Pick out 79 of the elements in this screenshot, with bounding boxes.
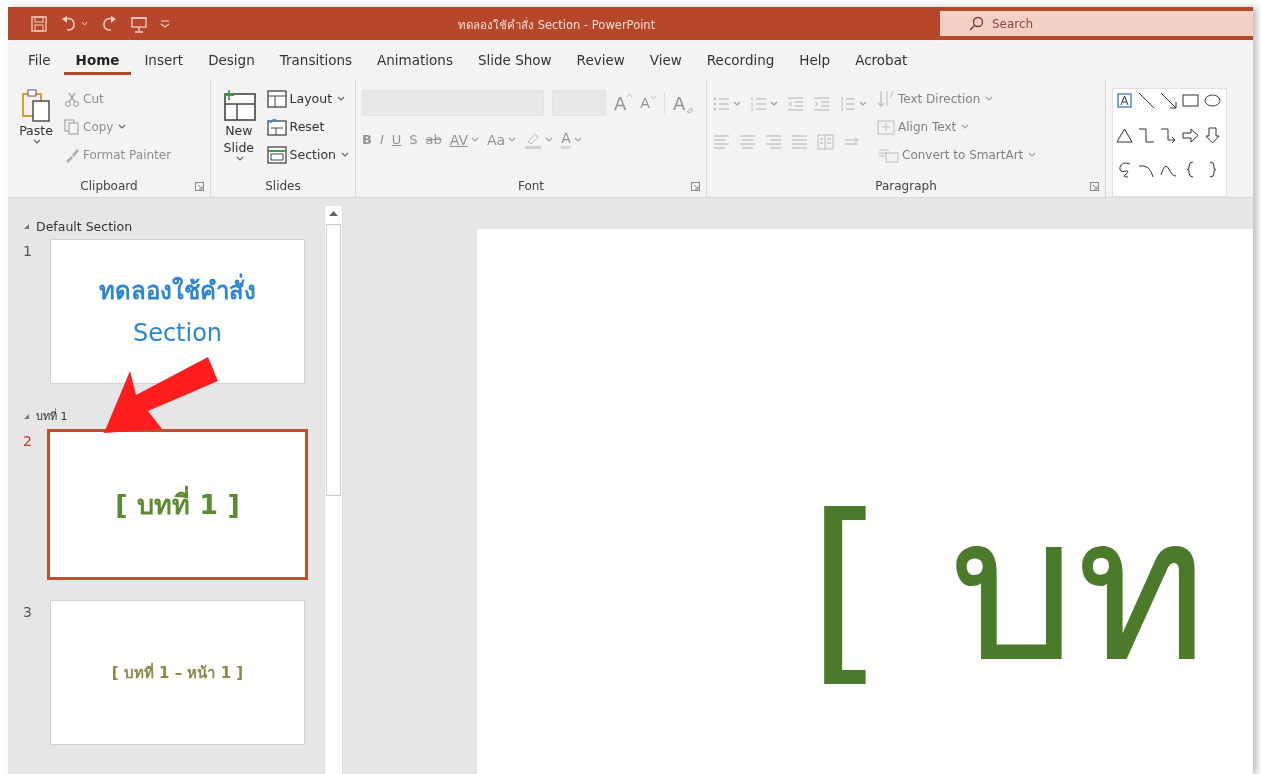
- ribbon-tab[interactable]: Home: [63, 45, 132, 75]
- group-label: Clipboard: [80, 179, 138, 193]
- slide-thumbnail[interactable]: [ บทที่ 1 – หน้า 1 ]: [50, 600, 305, 745]
- ribbon-tab[interactable]: File: [16, 45, 63, 75]
- ribbon-button[interactable]: Paste: [14, 84, 58, 175]
- undo-icon: [60, 14, 78, 33]
- group-label: Font: [517, 179, 545, 193]
- slide-title: ทดลองใช้คำสั่ง: [99, 269, 256, 312]
- slide-thumbnail[interactable]: ทดลองใช้คำสั่ง Section: [50, 239, 305, 384]
- section-header[interactable]: Default Section: [18, 216, 324, 236]
- ribbon-tab[interactable]: Insert: [132, 45, 196, 75]
- align-right-icon: [765, 134, 782, 150]
- ribbon-tab[interactable]: View: [637, 45, 694, 75]
- reset-icon: [266, 117, 287, 136]
- text-box-icon: [1116, 92, 1133, 109]
- justify-icon: [791, 134, 808, 150]
- shapes-gallery[interactable]: [1112, 88, 1227, 197]
- align-left-icon: [713, 134, 730, 150]
- search-icon: [968, 16, 984, 32]
- triangle-icon: [1116, 126, 1133, 144]
- slide-title: [ บทที่ 1 – หน้า 1 ]: [111, 661, 244, 684]
- scissors-icon: [64, 90, 80, 107]
- oval-icon: [1204, 92, 1221, 109]
- down-arrow-icon: [1204, 126, 1221, 144]
- align-text-icon: [877, 118, 895, 135]
- scroll-thumb[interactable]: [326, 224, 341, 496]
- slide-number: 2: [22, 432, 33, 449]
- copy-icon: [64, 118, 80, 135]
- ribbon-tab[interactable]: Design: [196, 45, 267, 75]
- block-arrow-icon: [1182, 126, 1199, 144]
- slide-number: 1: [22, 242, 33, 259]
- save-icon: [30, 14, 48, 33]
- eraser-icon: [686, 105, 695, 114]
- ribbon-tab[interactable]: Transitions: [267, 45, 365, 75]
- window-title: ทดลองใช้คำสั่ง Section - PowerPoint: [458, 16, 656, 34]
- ribbon-tab[interactable]: Help: [787, 45, 843, 75]
- ribbon-button[interactable]: New Slide: [217, 84, 261, 175]
- caret-icon: [627, 92, 633, 98]
- ribbon-tab[interactable]: Acrobat: [843, 45, 920, 75]
- slide-title: Section: [131, 317, 224, 349]
- align-center-icon: [739, 134, 756, 150]
- elbow-connector-icon: [1138, 126, 1155, 144]
- slide-title: [ บท: [807, 489, 1208, 689]
- layout-icon: [266, 89, 287, 108]
- numbering-icon: [750, 96, 767, 112]
- ribbon-tab[interactable]: Recording: [694, 45, 787, 75]
- line-spacing-icon: [839, 96, 856, 112]
- section-header[interactable]: บทที่ 1: [18, 406, 324, 426]
- rectangle-icon: [1182, 92, 1199, 109]
- ribbon-tab[interactable]: Review: [564, 45, 637, 75]
- decrease-indent-icon: [787, 96, 804, 112]
- ribbon-button[interactable]: Section: [266, 144, 349, 165]
- customize-icon: [160, 19, 170, 28]
- bullets-icon: [713, 96, 730, 112]
- elbow-arrow-icon: [1160, 126, 1177, 144]
- ribbon-button[interactable]: Reset: [266, 116, 349, 137]
- text-direction-icon: [877, 89, 895, 108]
- columns-icon: [817, 134, 834, 150]
- arrow-icon: [1160, 92, 1177, 109]
- ribbon-tab[interactable]: Slide Show: [465, 45, 564, 75]
- ribbon-button[interactable]: Layout: [266, 88, 349, 109]
- group-label: Slides: [265, 179, 301, 193]
- group-label: Paragraph: [875, 179, 937, 193]
- section-icon: [266, 145, 287, 164]
- smartart-icon: [877, 146, 899, 163]
- line-icon: [1138, 92, 1155, 109]
- slide-title: [ บทที่ 1 ]: [115, 483, 240, 526]
- redo-icon: [100, 14, 118, 33]
- freeform-icon: [1116, 161, 1133, 179]
- search-field[interactable]: Search: [940, 11, 1253, 36]
- slide-thumbnail[interactable]: [ บทที่ 1 ]: [47, 429, 308, 580]
- increase-indent-icon: [813, 96, 830, 112]
- ribbon-tab[interactable]: Animations: [365, 45, 465, 75]
- scrollbar[interactable]: [324, 206, 343, 774]
- presentation-icon: [130, 14, 148, 33]
- caret-icon: [650, 95, 656, 100]
- clipboard-icon: [20, 88, 52, 122]
- slide-number: 3: [22, 603, 33, 620]
- brush-icon: [64, 146, 80, 163]
